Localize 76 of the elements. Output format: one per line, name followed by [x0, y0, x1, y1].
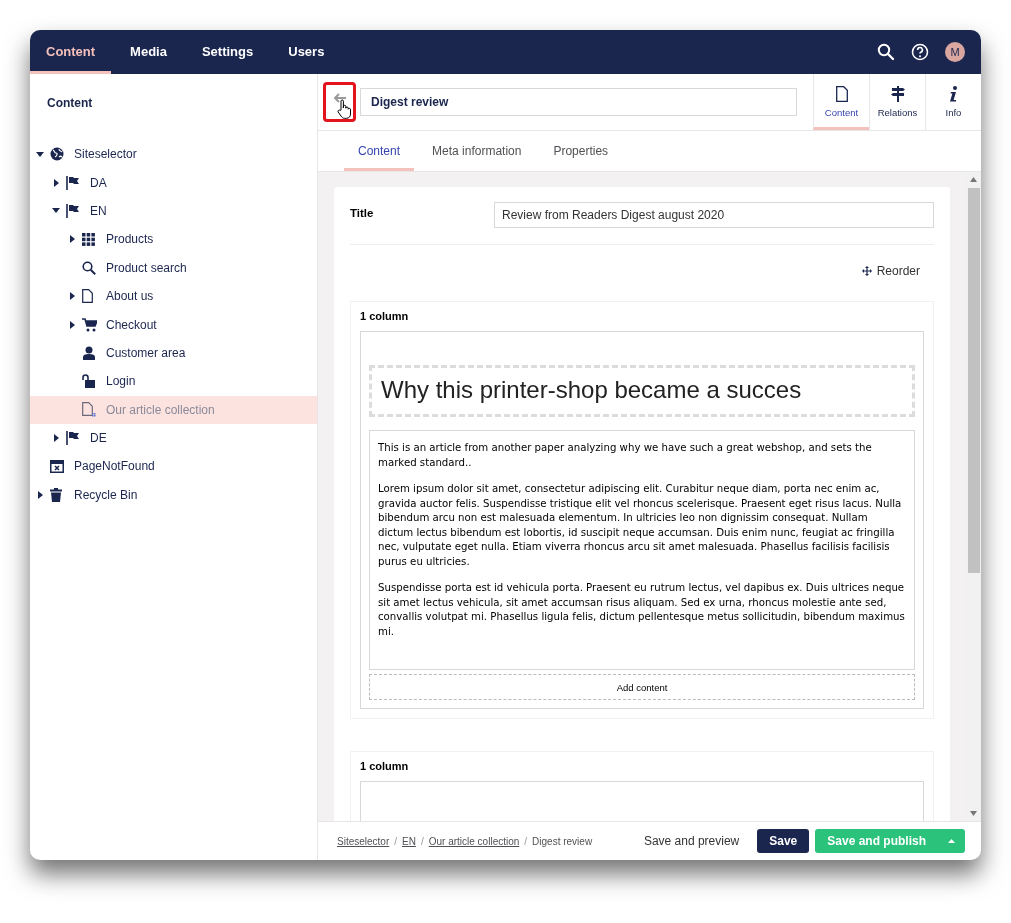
section-tab[interactable]: Media [114, 30, 183, 74]
heading-editor[interactable]: Why this printer-shop became a succes [369, 365, 915, 417]
scroll-up-icon[interactable] [970, 177, 977, 182]
tree-item[interactable]: Customer area [30, 338, 317, 368]
breadcrumb-link[interactable]: Our article collection [428, 835, 520, 847]
search-icon[interactable] [877, 43, 895, 61]
caret-right-icon[interactable] [53, 434, 59, 443]
move-icon [861, 266, 872, 276]
caret-down-icon[interactable] [52, 208, 60, 214]
caret-right-icon[interactable] [69, 320, 75, 329]
flag-icon [66, 175, 79, 190]
section-tab[interactable]: Settings [185, 30, 270, 74]
sidebar-title: Content [46, 95, 94, 112]
caret-right-icon[interactable] [37, 490, 43, 499]
page-icon [835, 86, 848, 102]
paragraph: Suspendisse porta est id vehicula porta. Praesent eu rutrum lectus, vel dapibus ex. Duis ultrices neque sit amet lectus vehicula, sit amet accumsan risus aliquam. Sed ex urna, rhoncus molestie ante sed, convallis volutpat mi. Phasellus ligula felis, dictum pellentesque metus sollicitudin, bibendum maximus mi. [378, 581, 906, 639]
tree-item[interactable]: Products [30, 225, 317, 254]
app-tab[interactable]: Content [813, 74, 869, 130]
content-tab[interactable]: Properties [539, 131, 623, 171]
open-padlock-icon [82, 374, 95, 389]
breadcrumb-separator: / [420, 835, 424, 847]
caret-up-icon [948, 839, 955, 843]
back-button[interactable] [323, 82, 356, 122]
caret-right-icon[interactable] [53, 178, 59, 187]
caret-down-icon[interactable] [36, 151, 44, 157]
signpost-icon [890, 86, 905, 102]
search-icon [82, 260, 96, 275]
arrow-left-icon [333, 93, 346, 103]
tree-item[interactable]: Checkout [30, 310, 317, 339]
breadcrumb-link[interactable]: Siteselector [337, 835, 390, 847]
user-avatar[interactable]: M [945, 42, 965, 62]
app-tab[interactable]: Info [925, 74, 981, 130]
caret-right-icon[interactable] [69, 235, 75, 244]
tree-item[interactable]: DA [30, 168, 317, 197]
breadcrumb-current: Digest review [532, 835, 593, 847]
section-tab[interactable]: Content [30, 30, 112, 74]
tree-item[interactable]: PageNotFound [30, 452, 317, 481]
grid-icon [82, 232, 95, 246]
paragraph: Lorem ipsum dolor sit amet, consectetur adipiscing elit. Curabitur neque diam, porta nec enim ac, gravida auctor felis. Suspendisse tristique elit vel rhoncus scelerisque. Praesent eget risus lacus. Nulla bibendum arcu non est malesuada elementum. In ultricies leo non dignissim consequat. Nullam dictum lectus bibendum est lobortis, id suscipit neque accumsan. Duis enim nunc, feugiat ac fringilla nec, vulputate eget nulla. Etiam viverra rhoncus arcu sit amet malesuada. Phasellus facilisis facilisis purus eu ultricies. [378, 482, 903, 569]
add-content-button[interactable]: Add content [369, 674, 915, 700]
tree-item[interactable]: DE [30, 423, 317, 453]
flag-icon [66, 203, 79, 218]
hand-cursor-icon [337, 99, 351, 119]
tree-item[interactable]: Siteselector [30, 140, 317, 169]
page-icon [82, 289, 93, 304]
user-icon [82, 345, 96, 360]
breadcrumb-separator: / [394, 835, 398, 847]
flag-icon [66, 431, 79, 446]
scroll-down-icon[interactable] [970, 811, 977, 816]
page-icon [82, 402, 96, 418]
cart-icon [82, 317, 97, 332]
tree-item[interactable]: Login [30, 367, 317, 396]
block-label: 1 column [360, 760, 410, 772]
reorder-button[interactable]: Reorder [855, 263, 934, 279]
tree-item[interactable]: About us [30, 281, 317, 311]
title-input-field[interactable]: Review from Readers Digest august 2020 [494, 202, 934, 228]
globe-icon [50, 147, 64, 162]
tree-item[interactable]: EN [30, 196, 317, 226]
rich-text-editor[interactable] [369, 430, 915, 670]
content-name-field[interactable]: Digest review [360, 88, 797, 116]
title-label: Title [350, 207, 375, 219]
caret-right-icon[interactable] [69, 292, 75, 301]
breadcrumb-link[interactable]: EN [402, 835, 416, 847]
block-label: 1 column [360, 310, 410, 322]
save-button[interactable]: Save [757, 829, 810, 853]
help-icon[interactable] [911, 43, 929, 61]
section-tab[interactable]: Users [272, 30, 341, 74]
trash-icon [50, 487, 62, 502]
tree-item[interactable]: Recycle Bin [30, 480, 317, 510]
content-tab[interactable]: Meta information [418, 131, 536, 171]
info-icon [949, 86, 958, 102]
tree-item[interactable]: Product search [30, 253, 317, 282]
save-and-preview-button[interactable]: Save and preview [631, 829, 752, 853]
paragraph: This is an article from another paper analyzing why we have such a great webshop, and sets the marked standard.. [378, 441, 873, 470]
breadcrumb-separator: / [524, 835, 528, 847]
calendar-x-icon [50, 460, 64, 473]
